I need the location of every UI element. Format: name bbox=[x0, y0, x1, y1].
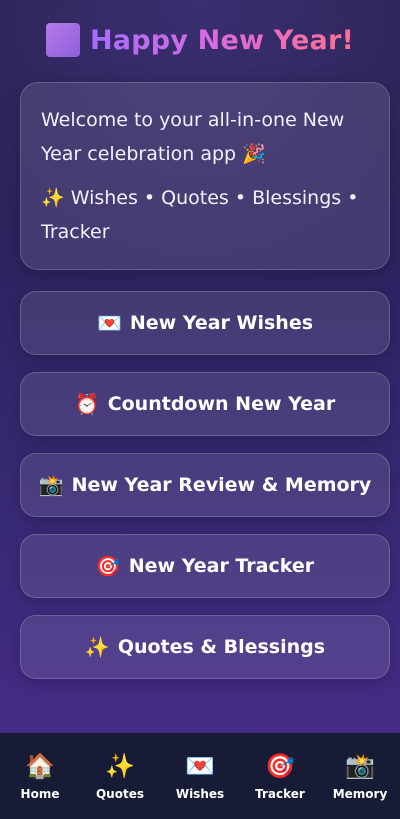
nav-item-quotes[interactable]: ✨ Quotes bbox=[81, 741, 159, 811]
review-memory-button[interactable]: 📸 New Year Review & Memory bbox=[20, 453, 390, 517]
nav-label-tracker: Tracker bbox=[255, 787, 305, 801]
bottom-navigation: 🏠 Home ✨ Quotes 💌 Wishes 🎯 Tracker 📸 Mem… bbox=[0, 733, 400, 819]
welcome-text: Welcome to your all-in-one New Year cele… bbox=[41, 109, 345, 165]
nav-label-home: Home bbox=[20, 787, 60, 801]
love-letter-icon: 💌 bbox=[185, 752, 215, 780]
tracker-button[interactable]: 🎯 New Year Tracker bbox=[20, 534, 390, 598]
countdown-button[interactable]: ⏰ Countdown New Year bbox=[20, 372, 390, 436]
welcome-card: Welcome to your all-in-one New Year cele… bbox=[20, 82, 390, 270]
review-memory-label: New Year Review & Memory bbox=[71, 474, 372, 496]
target-icon: 🎯 bbox=[265, 752, 295, 780]
nav-label-memory: Memory bbox=[332, 787, 388, 801]
feature-summary-text: ✨ Wishes • Quotes • Blessings • Tracker bbox=[41, 187, 359, 243]
nav-item-wishes[interactable]: 💌 Wishes bbox=[161, 741, 239, 811]
camera-flash-icon: 📸 bbox=[345, 752, 375, 780]
nav-item-memory[interactable]: 📸 Memory bbox=[321, 741, 399, 811]
nav-label-quotes: Quotes bbox=[95, 787, 144, 801]
countdown-label: Countdown New Year bbox=[107, 393, 336, 415]
target-icon: 🎯 bbox=[95, 554, 121, 578]
app-header: Happy New Year! bbox=[0, 18, 400, 62]
alarm-clock-icon: ⏰ bbox=[74, 392, 100, 416]
tracker-label: New Year Tracker bbox=[128, 555, 315, 577]
page-title: Happy New Year! bbox=[90, 24, 354, 56]
main-menu: 💌 New Year Wishes ⏰ Countdown New Year 📸… bbox=[20, 291, 390, 696]
house-icon: 🏠 bbox=[25, 752, 55, 780]
quotes-blessings-label: Quotes & Blessings bbox=[117, 636, 326, 658]
new-year-wishes-button[interactable]: 💌 New Year Wishes bbox=[20, 291, 390, 355]
nav-label-wishes: Wishes bbox=[175, 787, 225, 801]
sparkles-icon: ✨ bbox=[105, 752, 135, 780]
love-letter-icon: 💌 bbox=[96, 311, 122, 335]
new-year-wishes-label: New Year Wishes bbox=[129, 312, 314, 334]
sparkles-icon: ✨ bbox=[84, 635, 110, 659]
nav-item-home[interactable]: 🏠 Home bbox=[1, 741, 79, 811]
app-logo-icon bbox=[46, 23, 81, 57]
camera-flash-icon: 📸 bbox=[38, 473, 64, 497]
quotes-blessings-button[interactable]: ✨ Quotes & Blessings bbox=[20, 615, 390, 679]
nav-item-tracker[interactable]: 🎯 Tracker bbox=[241, 741, 319, 811]
